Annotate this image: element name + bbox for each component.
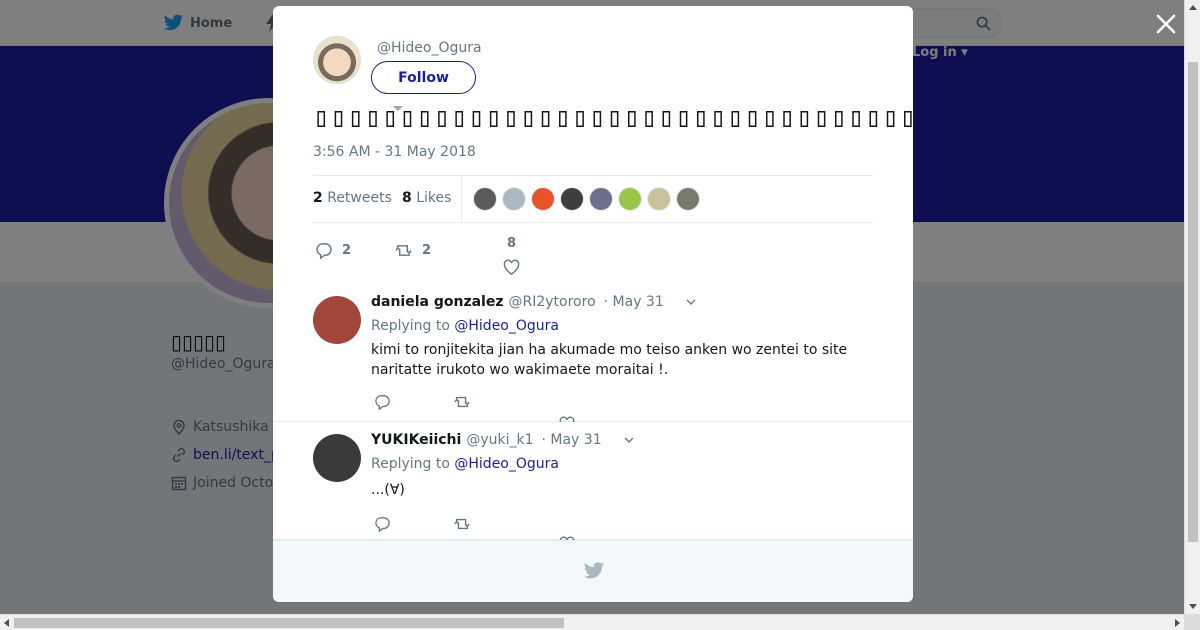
horizontal-scrollbar[interactable]	[0, 614, 1184, 630]
reply-date[interactable]: · May 31	[604, 294, 664, 310]
reply-author-handle[interactable]: @yuki_k1	[466, 432, 533, 448]
reply-author-handle[interactable]: @RI2ytororo	[509, 294, 596, 310]
liker-avatars	[473, 187, 700, 211]
retweet-action[interactable]: 2	[395, 242, 431, 259]
liker-avatar[interactable]	[647, 187, 671, 211]
replying-to-link[interactable]: @Hideo_Ogura	[454, 456, 559, 472]
retweet-icon[interactable]	[454, 394, 470, 410]
liker-avatar[interactable]	[473, 187, 497, 211]
follow-button[interactable]: Follow	[371, 61, 476, 94]
reply-icon[interactable]	[374, 516, 390, 532]
liker-avatar[interactable]	[676, 187, 700, 211]
retweets-label: Retweets	[327, 190, 392, 206]
heart-icon	[503, 259, 520, 275]
likes-count: 8	[402, 190, 412, 206]
chevron-down-icon[interactable]	[624, 437, 634, 443]
tweet-timestamp: 3:56 AM - 31 May 2018	[313, 144, 476, 160]
replying-to-line: Replying to @Hideo_Ogura	[371, 456, 559, 472]
reply-date[interactable]: · May 31	[542, 432, 602, 448]
liker-avatar[interactable]	[531, 187, 555, 211]
scroll-down-arrow-icon[interactable]	[1189, 604, 1197, 609]
author-handle[interactable]: @Hideo_Ogura	[377, 40, 482, 56]
scroll-up-arrow-icon[interactable]	[1189, 5, 1197, 10]
close-icon[interactable]	[1154, 12, 1178, 36]
reply-icon	[316, 243, 332, 259]
reply-text: kimi to ronjitekita jian ha akumade mo t…	[371, 342, 848, 378]
reply-icon[interactable]	[374, 394, 390, 410]
replying-to-line: Replying to @Hideo_Ogura	[371, 318, 559, 334]
reply-avatar[interactable]	[313, 296, 361, 344]
reply-action[interactable]: 2	[315, 242, 351, 259]
reply-item[interactable]: YUKIKeiichi @yuki_k1 · May 31 Replying t…	[273, 422, 913, 540]
retweet-count: 2	[422, 243, 432, 258]
twitter-bird-icon	[583, 562, 605, 579]
reply-author-name[interactable]: daniela gonzalez	[371, 294, 504, 310]
reply-count: 2	[342, 243, 352, 258]
chevron-down-icon[interactable]	[686, 299, 696, 305]
scroll-right-arrow-icon[interactable]	[1175, 619, 1180, 627]
reply-text: ...(∀)	[371, 482, 405, 498]
retweets-count: 2	[313, 190, 323, 206]
liker-avatar[interactable]	[560, 187, 584, 211]
scrollbar-corner	[1184, 614, 1200, 630]
author-avatar[interactable]	[313, 36, 361, 84]
replying-prefix: Replying to	[371, 456, 450, 472]
liker-avatar[interactable]	[618, 187, 642, 211]
scroll-left-arrow-icon[interactable]	[4, 619, 9, 627]
tweet-stats: 2 Retweets 8 Likes	[313, 175, 873, 223]
like-action[interactable]: 8	[503, 236, 520, 276]
replying-to-link[interactable]: @Hideo_Ogura	[454, 318, 559, 334]
reply-avatar[interactable]	[313, 434, 361, 482]
tweet-modal: @Hideo_Ogura Follow ▯▯▯▯▯▯▯▯▯▯▯▯▯▯▯▯▯▯▯▯…	[273, 6, 913, 602]
horizontal-scroll-thumb[interactable]	[14, 618, 564, 628]
retweets-stat[interactable]: 2 Retweets	[313, 190, 392, 206]
reply-header: YUKIKeiichi @yuki_k1 · May 31	[371, 432, 634, 448]
tweet-actions: 2 2 8	[313, 234, 873, 280]
vertical-scroll-thumb[interactable]	[1188, 62, 1198, 542]
liker-avatar[interactable]	[502, 187, 526, 211]
reply-author-name[interactable]: YUKIKeiichi	[371, 432, 461, 448]
modal-footer	[273, 540, 913, 602]
liker-avatar[interactable]	[589, 187, 613, 211]
reply-header: daniela gonzalez @RI2ytororo · May 31	[371, 294, 696, 310]
retweet-icon	[395, 245, 412, 256]
tweet-text: ▯▯▯▯▯▯▯▯▯▯▯▯▯▯▯▯▯▯▯▯▯▯▯▯▯▯▯▯▯▯▯▯▯▯▯▯▯▯▯▯…	[313, 102, 913, 133]
vertical-scrollbar[interactable]	[1184, 0, 1200, 614]
replying-prefix: Replying to	[371, 318, 450, 334]
retweet-icon[interactable]	[454, 516, 470, 532]
stats-divider	[461, 176, 462, 222]
reply-item[interactable]: daniela gonzalez @RI2ytororo · May 31 Re…	[273, 282, 913, 432]
likes-stat[interactable]: 8 Likes	[402, 190, 451, 206]
like-count: 8	[506, 236, 517, 251]
likes-label: Likes	[416, 190, 452, 206]
